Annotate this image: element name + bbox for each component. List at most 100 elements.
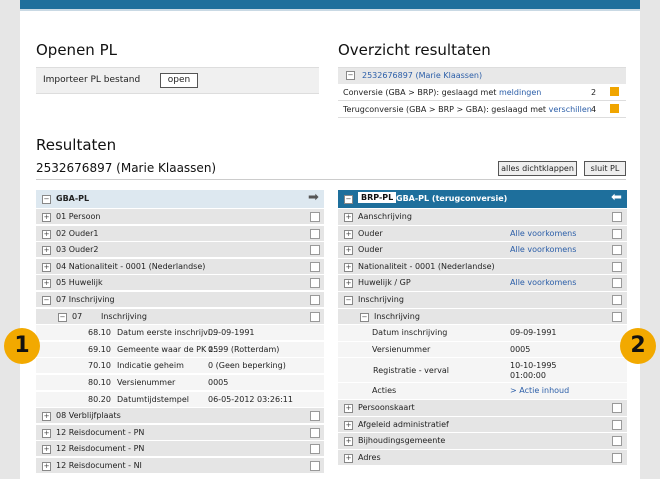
tree-row[interactable]: +12 Reisdocument - PN — [36, 424, 324, 441]
tree-row[interactable]: +12 Reisdocument - PN — [36, 441, 324, 458]
field-value: 06-05-2012 03:26:11 — [208, 394, 293, 404]
tree-row[interactable]: +04 Nationaliteit - 0001 (Nederlandse) — [36, 258, 324, 275]
row-checkbox[interactable] — [310, 245, 320, 256]
tree-row[interactable]: Datum inschrijving 09-09-1991 — [338, 325, 627, 342]
row-checkbox[interactable] — [310, 311, 320, 322]
row-checkbox[interactable] — [612, 311, 622, 322]
expand-icon[interactable]: + — [42, 428, 51, 438]
tree-row[interactable]: + Ouder Alle voorkomens — [338, 242, 627, 259]
expand-icon[interactable]: + — [344, 229, 353, 239]
close-pl-button[interactable]: sluit PL — [584, 161, 626, 176]
link[interactable]: Alle voorkomens — [510, 245, 576, 254]
tree-row-label: 04 Nationaliteit - 0001 (Nederlandse) — [56, 261, 206, 271]
link[interactable]: > Actie inhoud — [510, 386, 569, 395]
expand-icon[interactable]: + — [344, 213, 353, 222]
overview-row: Terugconversie (GBA > BRP > GBA): geslaa… — [338, 101, 626, 118]
row-checkbox[interactable] — [612, 278, 622, 289]
row-checkbox[interactable] — [612, 452, 622, 463]
field-value: 0 (Geen beperking) — [208, 361, 286, 371]
tree-row[interactable]: Acties > Actie inhoud — [338, 383, 627, 400]
row-checkbox[interactable] — [310, 461, 320, 471]
collapse-icon[interactable]: − — [42, 296, 51, 305]
tree-row[interactable]: − Inschrijving — [338, 308, 627, 326]
expand-icon[interactable]: + — [344, 453, 353, 463]
expand-icon[interactable]: + — [42, 262, 51, 272]
row-checkbox[interactable] — [612, 261, 622, 272]
row-checkbox[interactable] — [612, 228, 622, 239]
tree-row[interactable]: + Adres — [338, 449, 627, 467]
tree-row-label: 12 Reisdocument - PN — [56, 444, 145, 454]
tree-row[interactable]: + Ouder Alle voorkomens — [338, 225, 627, 243]
import-row: Importeer PL bestand open — [36, 67, 319, 94]
tree-row[interactable]: +05 Huwelijk — [36, 275, 324, 292]
expand-icon[interactable]: + — [42, 229, 51, 239]
expand-icon[interactable]: + — [42, 279, 51, 289]
collapse-icon[interactable]: − — [360, 312, 369, 322]
tree-row[interactable]: +12 Reisdocument - NI — [36, 458, 324, 474]
row-checkbox[interactable] — [612, 212, 622, 222]
tree-row[interactable]: +02 Ouder1 — [36, 225, 324, 242]
overview-row: Conversie (GBA > BRP): geslaagd met meld… — [338, 84, 626, 101]
arrow-right-icon[interactable]: ➡ — [308, 190, 319, 205]
row-checkbox[interactable] — [310, 427, 320, 438]
tree-row[interactable]: Versienummer 0005 — [338, 341, 627, 359]
collapse-icon[interactable]: − — [42, 195, 51, 204]
tree-row[interactable]: + Nationaliteit - 0001 (Nederlandse) — [338, 258, 627, 276]
row-checkbox[interactable] — [310, 278, 320, 289]
expand-icon[interactable]: + — [344, 437, 353, 447]
page: Openen PL Importeer PL bestand open Over… — [20, 0, 640, 479]
collapse-icon[interactable]: − — [346, 71, 355, 80]
tree-row[interactable]: + Afgeleid administratief — [338, 416, 627, 434]
tree-row[interactable]: 69.10 Gemeente waar de PK z... 0599 (Rotte… — [36, 341, 324, 358]
tree-row[interactable]: 80.10 Versienummer 0005 — [36, 375, 324, 391]
row-checkbox[interactable] — [612, 245, 622, 256]
tree-row[interactable]: + Bijhoudingsgemeente — [338, 433, 627, 450]
tree-row[interactable]: +08 Verblijfplaats — [36, 408, 324, 425]
status-square-icon — [610, 87, 619, 96]
collapse-icon[interactable]: − — [58, 312, 67, 322]
tree-row[interactable]: + Aanschrijving — [338, 209, 627, 226]
row-checkbox[interactable] — [310, 411, 320, 422]
collapse-icon[interactable]: − — [344, 195, 353, 204]
tree-row-label: Nationaliteit - 0001 (Nederlandse) — [358, 261, 495, 271]
row-checkbox[interactable] — [310, 228, 320, 239]
verschillen-link[interactable]: verschillen — [549, 105, 592, 114]
expand-icon[interactable]: + — [42, 412, 51, 422]
row-checkbox[interactable] — [612, 419, 622, 430]
expand-icon[interactable]: + — [42, 462, 51, 471]
tree-row[interactable]: +03 Ouder2 — [36, 242, 324, 259]
tree-row[interactable]: 70.10 Indicatie geheim 0 (Geen beperking) — [36, 358, 324, 375]
person-link[interactable]: 2532676897 (Marie Klaassen) — [362, 71, 482, 80]
meldingen-link[interactable]: meldingen — [499, 88, 541, 97]
arrow-left-icon[interactable]: ⬅ — [611, 190, 622, 205]
tree-row[interactable]: +01 Persoon — [36, 209, 324, 225]
row-checkbox[interactable] — [612, 403, 622, 413]
expand-icon[interactable]: + — [344, 279, 353, 289]
tree-row[interactable]: 80.20 Datumtijdstempel 06-05-2012 03:26:11 — [36, 391, 324, 408]
row-checkbox[interactable] — [310, 444, 320, 455]
tree-row[interactable]: 68.10 Datum eerste inschrijvi... 09-09-199… — [36, 325, 324, 342]
tree-row[interactable]: −07 Inschrijving — [36, 308, 324, 325]
expand-icon[interactable]: + — [42, 246, 51, 256]
tree-row[interactable]: Registratie - verval 10-10-1995 01:00:00 — [338, 358, 627, 384]
expand-icon[interactable]: + — [344, 246, 353, 256]
open-button[interactable]: open — [160, 73, 198, 88]
row-checkbox[interactable] — [310, 261, 320, 272]
tree-row[interactable]: −07 Inschrijving — [36, 292, 324, 308]
row-checkbox[interactable] — [310, 212, 320, 222]
collapse-all-button[interactable]: alles dichtklappen — [498, 161, 577, 176]
row-checkbox[interactable] — [612, 436, 622, 447]
row-checkbox[interactable] — [612, 295, 622, 305]
link[interactable]: Alle voorkomens — [510, 278, 576, 287]
tree-row[interactable]: + Huwelijk / GP Alle voorkomens — [338, 275, 627, 292]
expand-icon[interactable]: + — [344, 262, 353, 272]
expand-icon[interactable]: + — [42, 213, 51, 222]
row-checkbox[interactable] — [310, 295, 320, 305]
tree-row[interactable]: + Persoonskaart — [338, 400, 627, 417]
expand-icon[interactable]: + — [344, 404, 353, 413]
expand-icon[interactable]: + — [42, 445, 51, 455]
link[interactable]: Alle voorkomens — [510, 229, 576, 238]
expand-icon[interactable]: + — [344, 420, 353, 430]
tree-row[interactable]: − Inschrijving — [338, 292, 627, 309]
collapse-icon[interactable]: − — [344, 296, 353, 305]
